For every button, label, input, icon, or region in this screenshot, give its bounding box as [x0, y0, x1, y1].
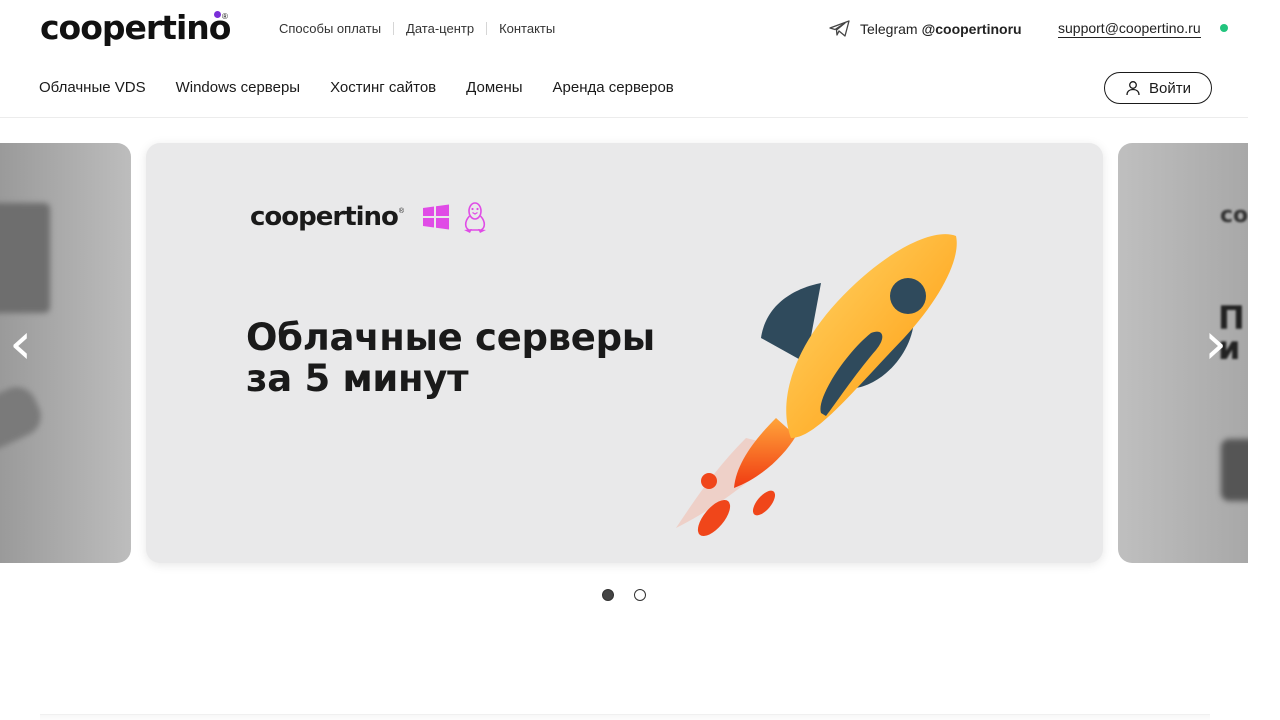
blurred-shape	[0, 203, 50, 313]
rocket-illustration	[676, 234, 957, 537]
divider	[486, 22, 488, 35]
linux-tux-icon	[464, 202, 487, 233]
login-label: Войти	[1149, 79, 1191, 97]
logo-text: coopertino	[40, 8, 231, 47]
slide-logo-registered-mark: ®	[398, 207, 405, 215]
telegram-icon	[829, 20, 850, 37]
slide-logo: coopertino ®	[250, 200, 490, 234]
telegram-handle: @coopertinoru	[921, 20, 1022, 37]
current-slide[interactable]: coopertino ® Облачные серверы за 5 минут	[146, 143, 1103, 563]
top-link-payment-methods[interactable]: Способы оплаты	[279, 21, 381, 36]
nav-links: Облачные VDS Windows серверы Хостинг сай…	[39, 79, 704, 96]
next-slide-logo-peek: co	[1220, 203, 1248, 228]
logo-dot	[214, 11, 221, 18]
slide-logo-text: coopertino	[250, 202, 399, 232]
telegram-label: Telegram	[860, 20, 918, 37]
nav-item-windows-servers[interactable]: Windows серверы	[176, 79, 300, 96]
carousel-prev-arrow[interactable]: ‹	[9, 308, 32, 378]
carousel-next-arrow[interactable]: ›	[1204, 308, 1227, 378]
blurred-shape	[1221, 439, 1248, 501]
telegram-link[interactable]: Telegram @coopertinoru	[829, 20, 1022, 37]
divider	[393, 22, 395, 35]
support-email-link[interactable]: support@coopertino.ru	[1058, 20, 1201, 38]
top-link-contacts[interactable]: Контакты	[499, 21, 555, 36]
slide-headline: Облачные серверы за 5 минут	[246, 316, 655, 400]
nav-item-dedicated-servers[interactable]: Аренда серверов	[553, 79, 674, 96]
windows-icon	[423, 204, 450, 230]
section-divider	[40, 714, 1210, 720]
user-icon	[1126, 81, 1140, 96]
logo-registered-mark: ®	[222, 12, 228, 21]
carousel-dot-2[interactable]	[634, 589, 646, 601]
logo[interactable]: coopertino ®	[40, 8, 231, 48]
login-button[interactable]: Войти	[1104, 72, 1212, 104]
next-slide-peek[interactable]: co П и	[1118, 143, 1248, 563]
top-bar: coopertino ® Способы оплаты Дата-центр К…	[0, 0, 1248, 60]
nav-item-domains[interactable]: Домены	[466, 79, 522, 96]
main-navigation: Облачные VDS Windows серверы Хостинг сай…	[0, 60, 1248, 118]
nav-item-cloud-vds[interactable]: Облачные VDS	[39, 79, 146, 96]
carousel-pagination	[602, 589, 666, 601]
blurred-shape	[0, 380, 48, 456]
top-links: Способы оплаты Дата-центр Контакты	[279, 21, 555, 36]
carousel-dot-1[interactable]	[602, 589, 614, 601]
top-link-datacenter[interactable]: Дата-центр	[406, 21, 474, 36]
hero-carousel: coopertino ® Облачные серверы за 5 минут	[0, 143, 1248, 563]
nav-item-web-hosting[interactable]: Хостинг сайтов	[330, 79, 436, 96]
online-status-indicator	[1220, 24, 1228, 32]
